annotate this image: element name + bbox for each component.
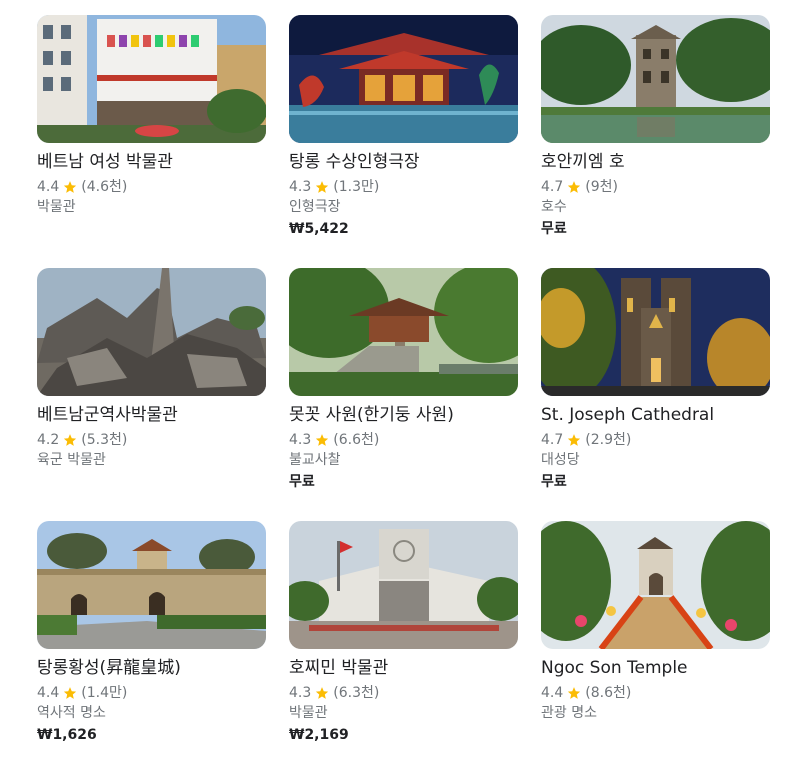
star-icon <box>568 687 581 699</box>
place-name[interactable]: 탕롱 수상인형극장 <box>289 151 518 173</box>
rating-value: 4.3 <box>289 179 312 195</box>
place-category: 역사적 명소 <box>37 705 106 721</box>
rating-value: 4.2 <box>37 432 60 448</box>
rating-row: 4.3 (1.3만) <box>289 177 518 197</box>
place-category: 대성당 <box>541 452 580 468</box>
place-price: 무료 <box>541 221 567 237</box>
place-name[interactable]: St. Joseph Cathedral <box>541 404 770 426</box>
place-category: 관광 명소 <box>541 705 597 721</box>
place-category: 불교사찰 <box>289 452 341 468</box>
rating-row: 4.4 (4.6천) <box>37 177 266 197</box>
place-photo[interactable] <box>289 521 518 649</box>
star-icon <box>64 687 77 699</box>
rating-row: 4.7 (9천) <box>541 177 770 197</box>
place-name[interactable]: 못꼿 사원(한기둥 사원) <box>289 404 518 426</box>
place-price: ₩5,422 <box>289 221 349 237</box>
place-price: ₩1,626 <box>37 727 97 743</box>
place-category: 호수 <box>541 199 567 215</box>
rating-row: 4.3 (6.3천) <box>289 683 518 703</box>
star-icon <box>316 181 329 193</box>
place-photo[interactable] <box>541 521 770 649</box>
place-price: 무료 <box>541 474 567 490</box>
rating-value: 4.4 <box>37 179 60 195</box>
star-icon <box>64 181 77 193</box>
place-name[interactable]: 호찌민 박물관 <box>289 657 518 679</box>
place-photo[interactable] <box>541 15 770 143</box>
place-photo[interactable] <box>37 268 266 396</box>
place-name[interactable]: Ngoc Son Temple <box>541 657 770 679</box>
star-icon <box>316 687 329 699</box>
place-photo[interactable] <box>289 268 518 396</box>
place-photo[interactable] <box>289 15 518 143</box>
review-count: (5.3천) <box>81 432 128 448</box>
rating-value: 4.7 <box>541 432 564 448</box>
rating-row: 4.4 (8.6천) <box>541 683 770 703</box>
rating-value: 4.3 <box>289 685 312 701</box>
review-count: (8.6천) <box>585 685 632 701</box>
place-card[interactable]: St. Joseph Cathedral 4.7 (2.9천) 대성당 무료 <box>541 268 770 521</box>
review-count: (1.4만) <box>81 685 128 701</box>
place-card[interactable]: 호찌민 박물관 4.3 (6.3천) 박물관 ₩2,169 <box>289 521 518 760</box>
place-card[interactable]: 못꼿 사원(한기둥 사원) 4.3 (6.6천) 불교사찰 무료 <box>289 268 518 521</box>
review-count: (4.6천) <box>81 179 128 195</box>
place-card[interactable]: 탕롱 수상인형극장 4.3 (1.3만) 인형극장 ₩5,422 <box>289 15 518 268</box>
star-icon <box>64 434 77 446</box>
place-category: 박물관 <box>289 705 328 721</box>
place-photo[interactable] <box>541 268 770 396</box>
review-count: (6.6천) <box>333 432 380 448</box>
review-count: (9천) <box>585 179 618 195</box>
star-icon <box>316 434 329 446</box>
place-card[interactable]: 베트남 여성 박물관 4.4 (4.6천) 박물관 <box>37 15 266 268</box>
place-card[interactable]: 호안끼엠 호 4.7 (9천) 호수 무료 <box>541 15 770 268</box>
place-category: 박물관 <box>37 199 76 215</box>
place-name[interactable]: 베트남 여성 박물관 <box>37 151 266 173</box>
rating-row: 4.7 (2.9천) <box>541 430 770 450</box>
places-grid: 베트남 여성 박물관 4.4 (4.6천) 박물관 탕롱 수상인형극장 4.3 … <box>37 15 770 760</box>
rating-row: 4.2 (5.3천) <box>37 430 266 450</box>
rating-value: 4.7 <box>541 179 564 195</box>
star-icon <box>568 181 581 193</box>
place-name[interactable]: 탕롱황성(昇龍皇城) <box>37 657 266 679</box>
review-count: (6.3천) <box>333 685 380 701</box>
place-price: 무료 <box>289 474 315 490</box>
rating-value: 4.3 <box>289 432 312 448</box>
star-icon <box>568 434 581 446</box>
place-price: ₩2,169 <box>289 727 349 743</box>
rating-row: 4.4 (1.4만) <box>37 683 266 703</box>
place-card[interactable]: Ngoc Son Temple 4.4 (8.6천) 관광 명소 <box>541 521 770 760</box>
place-photo[interactable] <box>37 521 266 649</box>
place-photo[interactable] <box>37 15 266 143</box>
review-count: (2.9천) <box>585 432 632 448</box>
review-count: (1.3만) <box>333 179 380 195</box>
rating-value: 4.4 <box>37 685 60 701</box>
place-category: 인형극장 <box>289 199 341 215</box>
place-card[interactable]: 탕롱황성(昇龍皇城) 4.4 (1.4만) 역사적 명소 ₩1,626 <box>37 521 266 760</box>
place-category: 육군 박물관 <box>37 452 106 468</box>
place-name[interactable]: 베트남군역사박물관 <box>37 404 266 426</box>
rating-value: 4.4 <box>541 685 564 701</box>
place-card[interactable]: 베트남군역사박물관 4.2 (5.3천) 육군 박물관 <box>37 268 266 521</box>
rating-row: 4.3 (6.6천) <box>289 430 518 450</box>
place-name[interactable]: 호안끼엠 호 <box>541 151 770 173</box>
